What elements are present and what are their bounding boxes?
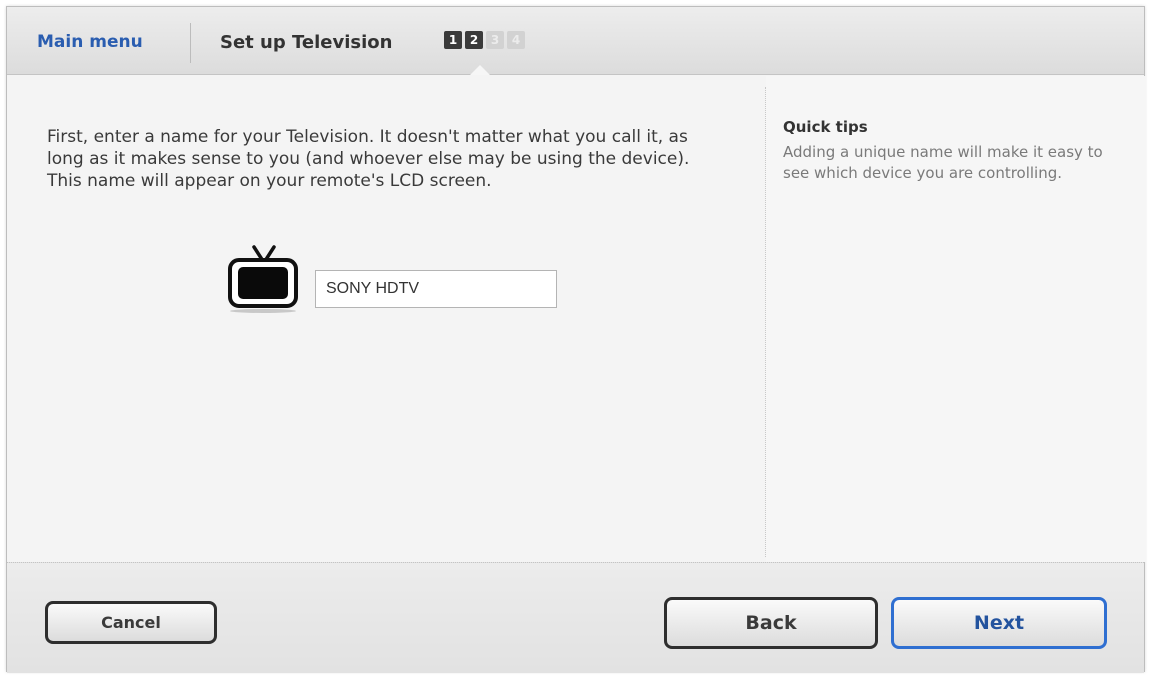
cancel-button[interactable]: Cancel <box>45 601 217 644</box>
setup-window: Main menu Set up Television 1 2 3 4 Firs… <box>6 6 1146 673</box>
main-panel: First, enter a name for your Television.… <box>7 76 765 562</box>
step-4-badge: 4 <box>507 31 525 49</box>
back-button[interactable]: Back <box>664 597 878 649</box>
step-1-badge: 1 <box>444 31 462 49</box>
next-button[interactable]: Next <box>891 597 1107 649</box>
device-name-input[interactable] <box>315 270 557 308</box>
step-2-badge: 2 <box>465 31 483 49</box>
instructions-text: First, enter a name for your Television.… <box>47 127 690 191</box>
step-indicator: 1 2 3 4 <box>444 31 525 49</box>
step-3-badge: 3 <box>486 31 504 49</box>
header-bar: Main menu Set up Television 1 2 3 4 <box>7 7 1144 75</box>
header-divider <box>190 23 191 63</box>
quick-tips-text: Adding a unique name will make it easy t… <box>783 143 1103 182</box>
quick-tips-panel: Quick tips Adding a unique name will mak… <box>766 76 1146 562</box>
quick-tips-title: Quick tips <box>783 118 868 136</box>
footer-bar: Cancel Back Next <box>7 562 1144 673</box>
page-title: Set up Television <box>220 32 393 53</box>
television-icon <box>228 245 298 313</box>
main-menu-link[interactable]: Main menu <box>37 32 143 52</box>
current-step-pointer <box>470 65 490 75</box>
